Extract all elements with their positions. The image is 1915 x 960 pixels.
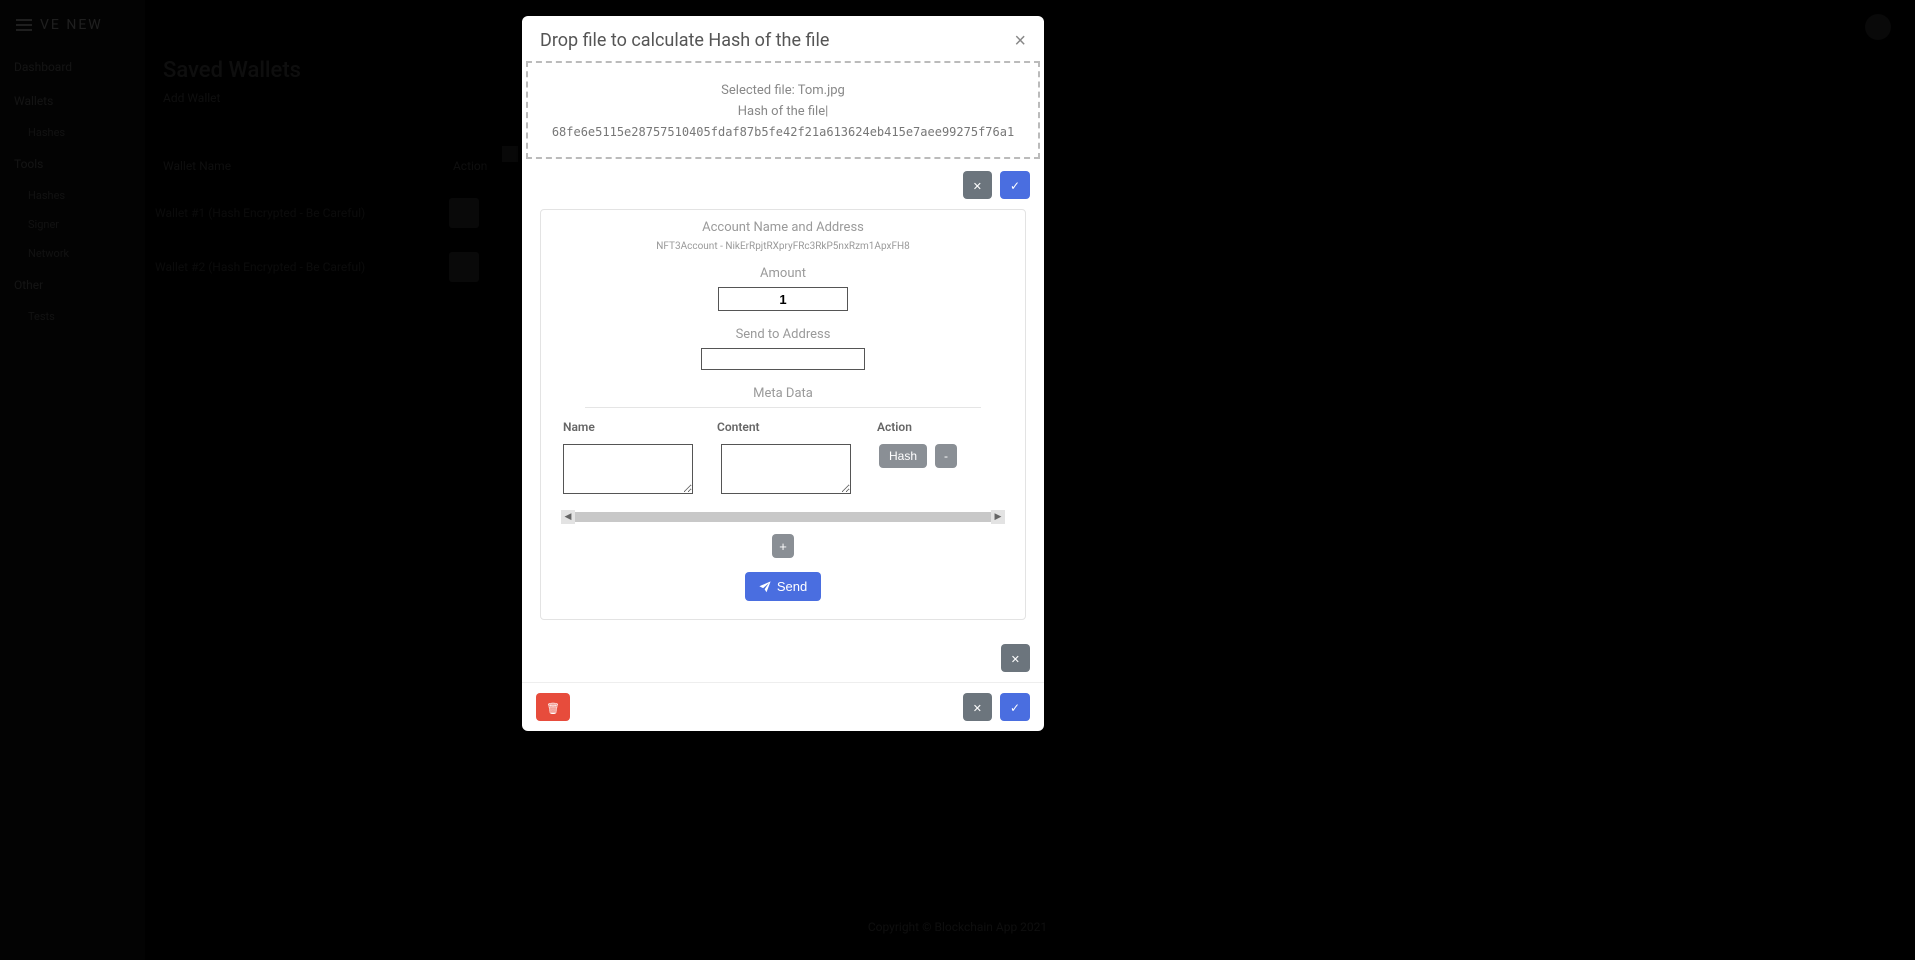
- meta-hash-button[interactable]: Hash: [879, 444, 927, 468]
- modal-close-button[interactable]: ×: [1014, 31, 1026, 51]
- trash-icon: [546, 700, 560, 715]
- scroll-track[interactable]: [575, 512, 991, 522]
- meta-col-name: Name: [563, 420, 717, 434]
- close-icon: [973, 178, 982, 193]
- hash-value: 68fe6e5115e28757510405fdaf87b5fe42f21a61…: [538, 125, 1028, 139]
- close-icon: [1011, 651, 1020, 666]
- send-to-label: Send to Address: [555, 327, 1011, 342]
- metadata-section: Name Content Action Hash - ◀ ▶ +: [555, 407, 1011, 601]
- hash-actions: [522, 159, 1044, 211]
- selected-filename: Tom.jpg: [798, 83, 845, 98]
- send-icon: [759, 581, 771, 593]
- selected-file-line: Selected file: Tom.jpg: [538, 83, 1028, 98]
- check-icon: [1010, 700, 1020, 715]
- inner-close-button[interactable]: [1001, 644, 1030, 672]
- amount-label: Amount: [555, 266, 1011, 281]
- metadata-header: Name Content Action: [555, 420, 1011, 444]
- amount-input[interactable]: [718, 287, 848, 311]
- hash-cancel-button[interactable]: [963, 171, 992, 199]
- modal-title: Drop file to calculate Hash of the file: [540, 30, 829, 51]
- account-value: NFT3Account - NikErRpjtRXpryFRc3RkP5nxRz…: [555, 241, 1011, 252]
- meta-add-button[interactable]: +: [772, 534, 794, 558]
- modal-header: Drop file to calculate Hash of the file …: [522, 16, 1044, 61]
- meta-actions: Hash -: [879, 444, 957, 468]
- file-dropzone[interactable]: Selected file: Tom.jpg Hash of the file|…: [526, 61, 1040, 159]
- scroll-right-button[interactable]: ▶: [991, 510, 1005, 524]
- footer-cancel-button[interactable]: [963, 693, 992, 721]
- meta-col-content: Content: [717, 420, 877, 434]
- send-to-input[interactable]: [701, 348, 865, 370]
- footer-confirm-button[interactable]: [1000, 693, 1030, 721]
- send-button[interactable]: Send: [745, 572, 821, 601]
- metadata-scrollbar: ◀ ▶: [561, 510, 1005, 524]
- check-icon: [1010, 178, 1020, 193]
- close-icon: [973, 700, 982, 715]
- metadata-row: Hash -: [555, 444, 1011, 494]
- hash-confirm-button[interactable]: [1000, 171, 1030, 199]
- meta-col-action: Action: [877, 420, 1003, 434]
- account-label: Account Name and Address: [555, 220, 1011, 235]
- meta-remove-button[interactable]: -: [935, 444, 957, 468]
- modal-footer: [522, 682, 1044, 731]
- divider: [585, 407, 981, 408]
- delete-button[interactable]: [536, 693, 570, 721]
- inner-footer: [522, 634, 1044, 682]
- hash-label: Hash of the file|: [538, 104, 1028, 119]
- metadata-label: Meta Data: [555, 386, 1011, 401]
- send-form-card: Account Name and Address NFT3Account - N…: [540, 209, 1026, 620]
- hash-modal: Drop file to calculate Hash of the file …: [522, 16, 1044, 731]
- scroll-left-button[interactable]: ◀: [561, 510, 575, 524]
- meta-name-input[interactable]: [563, 444, 693, 494]
- meta-content-input[interactable]: [721, 444, 851, 494]
